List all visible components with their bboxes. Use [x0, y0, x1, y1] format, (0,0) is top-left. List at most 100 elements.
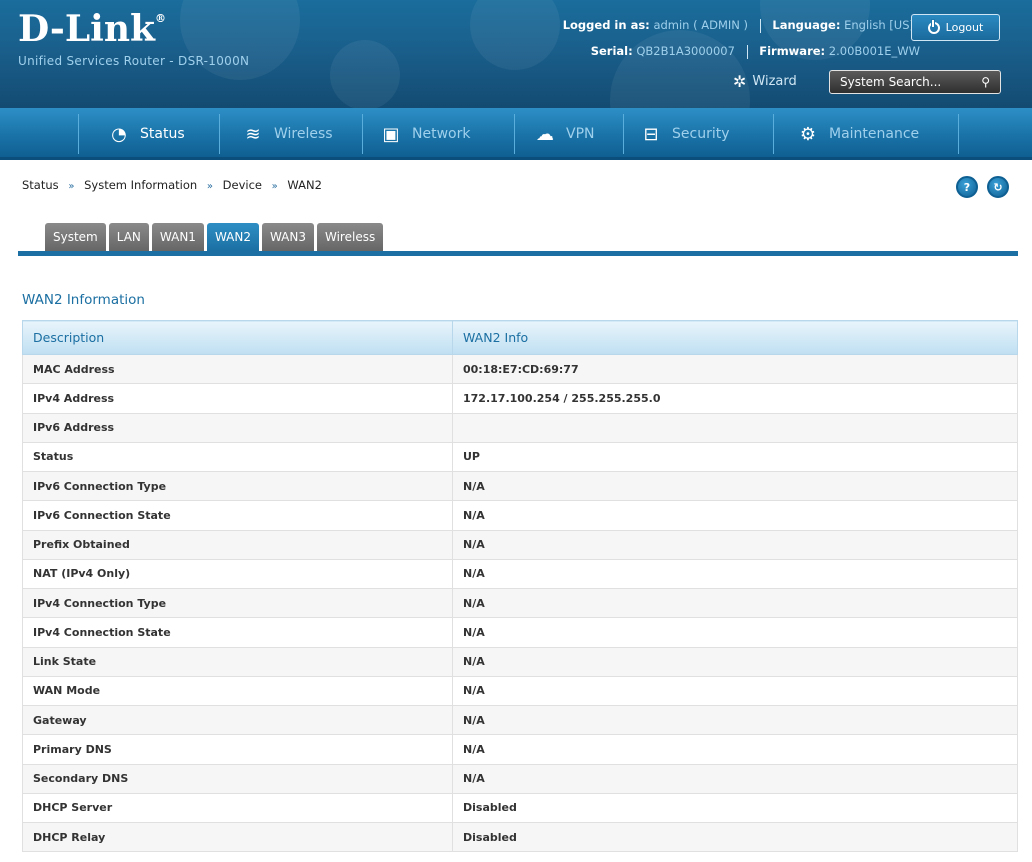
refresh-button[interactable]: ↻ — [987, 176, 1009, 198]
nav-item-maintenance[interactable]: ⚙ Maintenance — [797, 108, 919, 160]
breadcrumb-item[interactable]: Status — [22, 178, 59, 192]
row-label: IPv4 Connection Type — [22, 587, 453, 619]
language-label: Language: — [772, 18, 841, 32]
tabs-underline — [18, 251, 1018, 256]
language-value[interactable]: English [US] — [844, 18, 914, 32]
row-label: IPv4 Address — [22, 383, 453, 414]
row-value: N/A — [452, 558, 1018, 590]
table-row: Prefix Obtained N/A — [22, 529, 1018, 560]
breadcrumb-separator: » — [206, 181, 213, 192]
row-label: Secondary DNS — [22, 763, 453, 794]
row-value: N/A — [452, 587, 1018, 619]
breadcrumb-item[interactable]: Device — [223, 178, 262, 192]
header-bar: D-Link® Unified Services Router - DSR-10… — [0, 0, 1032, 108]
device-tabs: System LAN WAN1 WAN2 WAN3 Wireless — [45, 223, 384, 251]
row-label: Status — [22, 441, 453, 473]
row-label: IPv6 Connection State — [22, 500, 453, 531]
row-value: N/A — [452, 617, 1018, 648]
cloud-lock-icon: ☁ — [536, 123, 554, 145]
search-placeholder: System Search... — [840, 75, 942, 89]
table-row: IPv6 Connection State N/A — [22, 500, 1018, 531]
breadcrumb: Status » System Information » Device » W… — [22, 178, 322, 192]
system-search-input[interactable]: System Search... ⚲ — [829, 70, 1001, 94]
table-row: Primary DNS N/A — [22, 734, 1018, 765]
row-value: Disabled — [452, 821, 1018, 853]
row-value: N/A — [452, 704, 1018, 736]
dlink-logo: D-Link® — [18, 8, 166, 50]
table-row: DHCP Server Disabled — [22, 792, 1018, 824]
nav-item-wireless[interactable]: ≋ Wireless — [242, 108, 333, 160]
logged-in-label: Logged in as: — [562, 18, 650, 32]
table-row: IPv4 Address 172.17.100.254 / 255.255.255… — [22, 383, 1018, 414]
nav-label: Status — [140, 126, 185, 142]
product-subtitle: Unified Services Router - DSR-1000N — [18, 54, 250, 68]
table-header-row: Description WAN2 Info — [22, 320, 1018, 355]
table-row: Link State N/A — [22, 646, 1018, 677]
row-label: MAC Address — [22, 353, 453, 385]
nav-item-security[interactable]: ⊟ Security — [640, 108, 730, 160]
row-value: N/A — [452, 529, 1018, 560]
tab-wan1[interactable]: WAN1 — [151, 223, 204, 251]
row-label: NAT (IPv4 Only) — [22, 558, 453, 590]
logout-label: Logout — [945, 21, 984, 34]
lock-icon: ⊟ — [643, 123, 659, 145]
tab-wireless[interactable]: Wireless — [317, 223, 384, 251]
nav-label: Network — [412, 126, 471, 142]
wizard-link[interactable]: ✲ Wizard — [733, 72, 797, 91]
row-value: N/A — [452, 646, 1018, 677]
monitor-icon: ▣ — [382, 123, 400, 145]
row-label: IPv4 Connection State — [22, 617, 453, 648]
firmware-value: 2.00B001E_WW — [828, 44, 920, 58]
row-label: WAN Mode — [22, 675, 453, 707]
search-icon[interactable]: ⚲ — [981, 75, 990, 89]
breadcrumb-item[interactable]: System Information — [84, 178, 197, 192]
login-info: Logged in as: admin ( ADMIN ) Language: … — [563, 18, 914, 33]
row-value: N/A — [452, 734, 1018, 765]
nav-label: Wireless — [274, 126, 333, 142]
nav-label: VPN — [566, 126, 595, 142]
breadcrumb-separator: » — [68, 181, 75, 192]
nav-item-status[interactable]: ◔ Status — [108, 108, 185, 160]
row-label: Prefix Obtained — [22, 529, 453, 560]
power-icon — [927, 19, 940, 34]
logout-button[interactable]: Logout — [911, 14, 1000, 41]
tab-wan2[interactable]: WAN2 — [206, 223, 259, 251]
row-label: DHCP Relay — [22, 821, 453, 853]
row-value: 172.17.100.254 / 255.255.255.0 — [452, 383, 1018, 414]
breadcrumb-item: WAN2 — [287, 178, 322, 192]
row-label: IPv6 Connection Type — [22, 470, 453, 502]
help-icon: ? — [963, 180, 971, 194]
tab-wan3[interactable]: WAN3 — [261, 223, 314, 251]
nav-divider — [623, 114, 624, 154]
table-row: Status UP — [22, 441, 1018, 473]
divider — [759, 18, 761, 33]
tab-system[interactable]: System — [45, 223, 106, 251]
nav-label: Security — [672, 126, 730, 142]
main-nav: ◔ Status ≋ Wireless ▣ Network ☁ VPN ⊟ Se… — [0, 108, 1032, 160]
row-value: 00:18:E7:CD:69:77 — [452, 353, 1018, 385]
divider — [746, 44, 748, 59]
tab-lan[interactable]: LAN — [108, 223, 149, 251]
serial-label: Serial: — [590, 44, 633, 58]
nav-item-vpn[interactable]: ☁ VPN — [534, 108, 595, 160]
refresh-icon: ↻ — [993, 180, 1003, 194]
table-row: MAC Address 00:18:E7:CD:69:77 — [22, 353, 1018, 385]
table-row: Gateway N/A — [22, 704, 1018, 736]
table-row: IPv6 Connection Type N/A — [22, 470, 1018, 502]
column-header-description: Description — [22, 320, 453, 355]
table-row: DHCP Relay Disabled — [22, 821, 1018, 853]
nav-item-network[interactable]: ▣ Network — [380, 108, 470, 160]
nav-divider — [773, 114, 774, 154]
nav-divider — [514, 114, 515, 154]
wand-icon: ✲ — [733, 72, 747, 91]
column-header-info: WAN2 Info — [452, 320, 1018, 355]
table-row: NAT (IPv4 Only) N/A — [22, 558, 1018, 590]
nav-divider — [362, 114, 363, 154]
table-row: IPv4 Connection Type N/A — [22, 587, 1018, 619]
gauge-icon: ◔ — [111, 123, 127, 145]
nav-divider — [219, 114, 220, 154]
row-value: N/A — [452, 675, 1018, 707]
help-button[interactable]: ? — [956, 176, 978, 198]
firmware-label: Firmware: — [759, 44, 826, 58]
section-title: WAN2 Information — [22, 292, 145, 308]
